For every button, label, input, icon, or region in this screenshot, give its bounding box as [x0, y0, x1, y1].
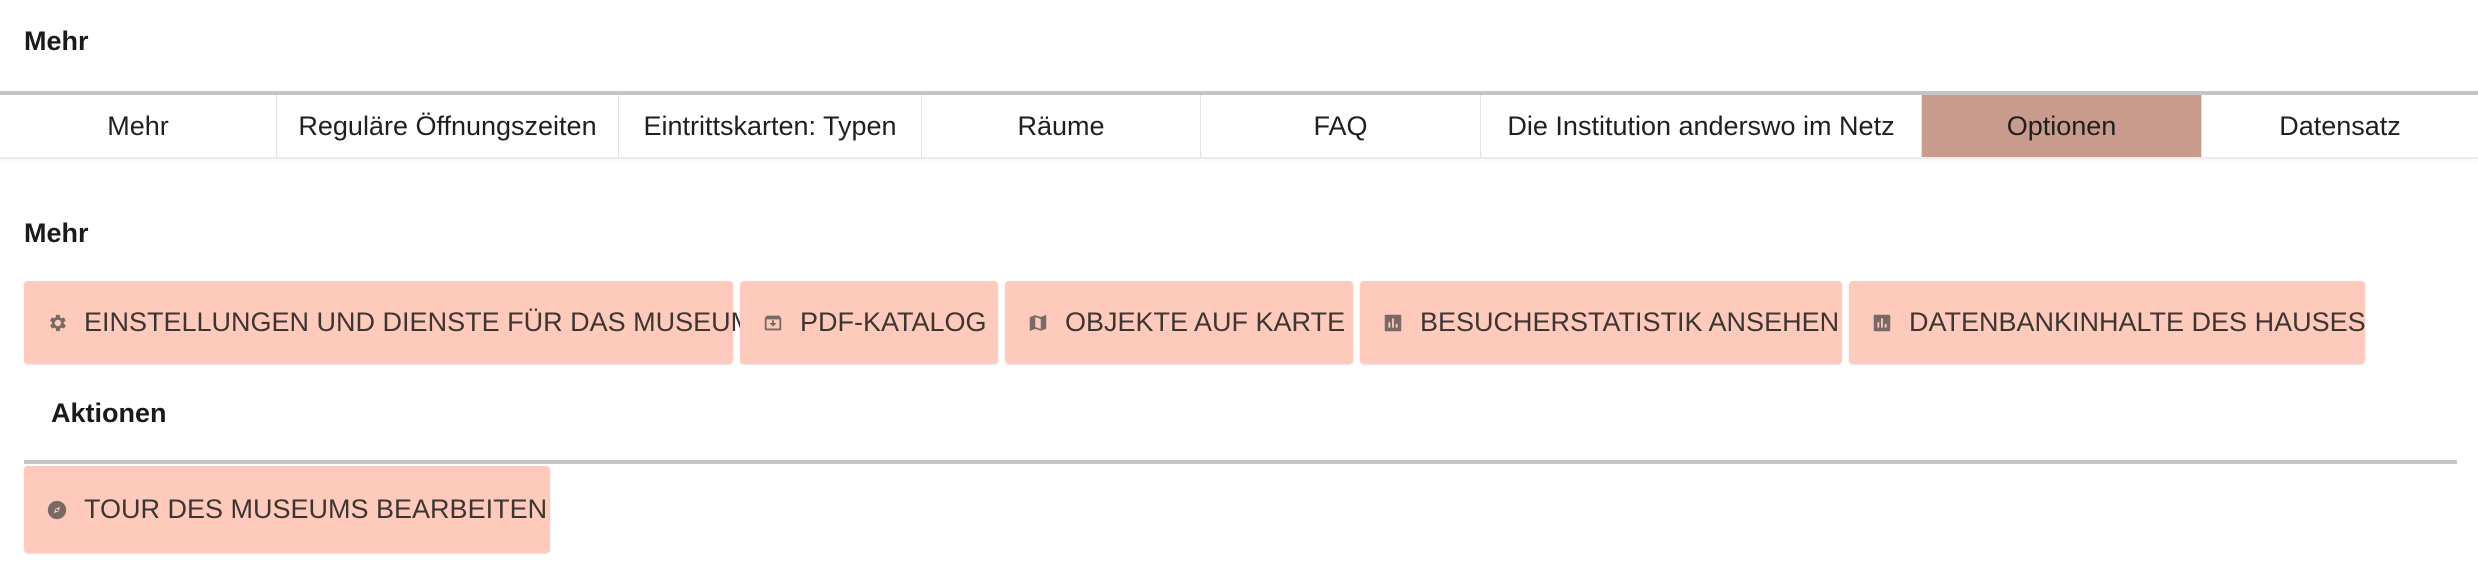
settings-services-label: EINSTELLUNGEN UND DIENSTE FÜR DAS MUSEUM — [84, 307, 754, 337]
objects-on-map-button[interactable]: OBJEKTE AUF KARTE — [1005, 281, 1353, 364]
tab-raeume[interactable]: Räume — [922, 95, 1201, 157]
tab-eintrittskarten-typen[interactable]: Eintrittskarten: Typen — [619, 95, 922, 157]
map-icon — [1027, 312, 1049, 334]
gear-icon — [46, 312, 68, 334]
options-button-row: EINSTELLUNGEN UND DIENSTE FÜR DAS MUSEUM… — [24, 281, 2366, 364]
bar-chart-icon — [1382, 312, 1404, 334]
database-contents-button[interactable]: DATENBANKINHALTE DES HAUSES — [1849, 281, 2366, 364]
tab-regulaere-oeffnungszeiten[interactable]: Reguläre Öffnungszeiten — [277, 95, 619, 157]
tab-mehr[interactable]: Mehr — [0, 95, 277, 157]
tab-faq[interactable]: FAQ — [1201, 95, 1481, 157]
archive-box-icon — [762, 312, 784, 334]
edit-tour-button[interactable]: TOUR DES MUSEUMS BEARBEITEN — [24, 466, 550, 553]
visitor-statistics-button[interactable]: BESUCHERSTATISTIK ANSEHEN — [1360, 281, 1842, 364]
page-title: Mehr — [24, 26, 89, 56]
tab-datensatz[interactable]: Datensatz — [2202, 95, 2478, 157]
edit-tour-label: TOUR DES MUSEUMS BEARBEITEN — [84, 494, 548, 524]
actions-button-row: TOUR DES MUSEUMS BEARBEITEN — [24, 466, 550, 553]
settings-services-button[interactable]: EINSTELLUNGEN UND DIENSTE FÜR DAS MUSEUM — [24, 281, 753, 364]
section-title-mehr: Mehr — [24, 218, 89, 248]
visitor-statistics-label: BESUCHERSTATISTIK ANSEHEN — [1420, 307, 1840, 337]
database-contents-label: DATENBANKINHALTE DES HAUSES — [1909, 307, 2366, 337]
objects-on-map-label: OBJEKTE AUF KARTE — [1065, 307, 1346, 337]
tab-optionen[interactable]: Optionen — [1922, 95, 2202, 157]
tab-institution-anderswo[interactable]: Die Institution anderswo im Netz — [1481, 95, 1922, 157]
pdf-catalog-button[interactable]: PDF-KATALOG — [740, 281, 998, 364]
bar-chart-icon — [1871, 312, 1893, 334]
section-title-aktionen: Aktionen — [51, 398, 167, 428]
pdf-catalog-label: PDF-KATALOG — [800, 307, 987, 337]
tab-bar: Mehr Reguläre Öffnungszeiten Eintrittska… — [0, 95, 2478, 159]
compass-icon — [46, 499, 68, 521]
actions-divider — [24, 460, 2457, 464]
